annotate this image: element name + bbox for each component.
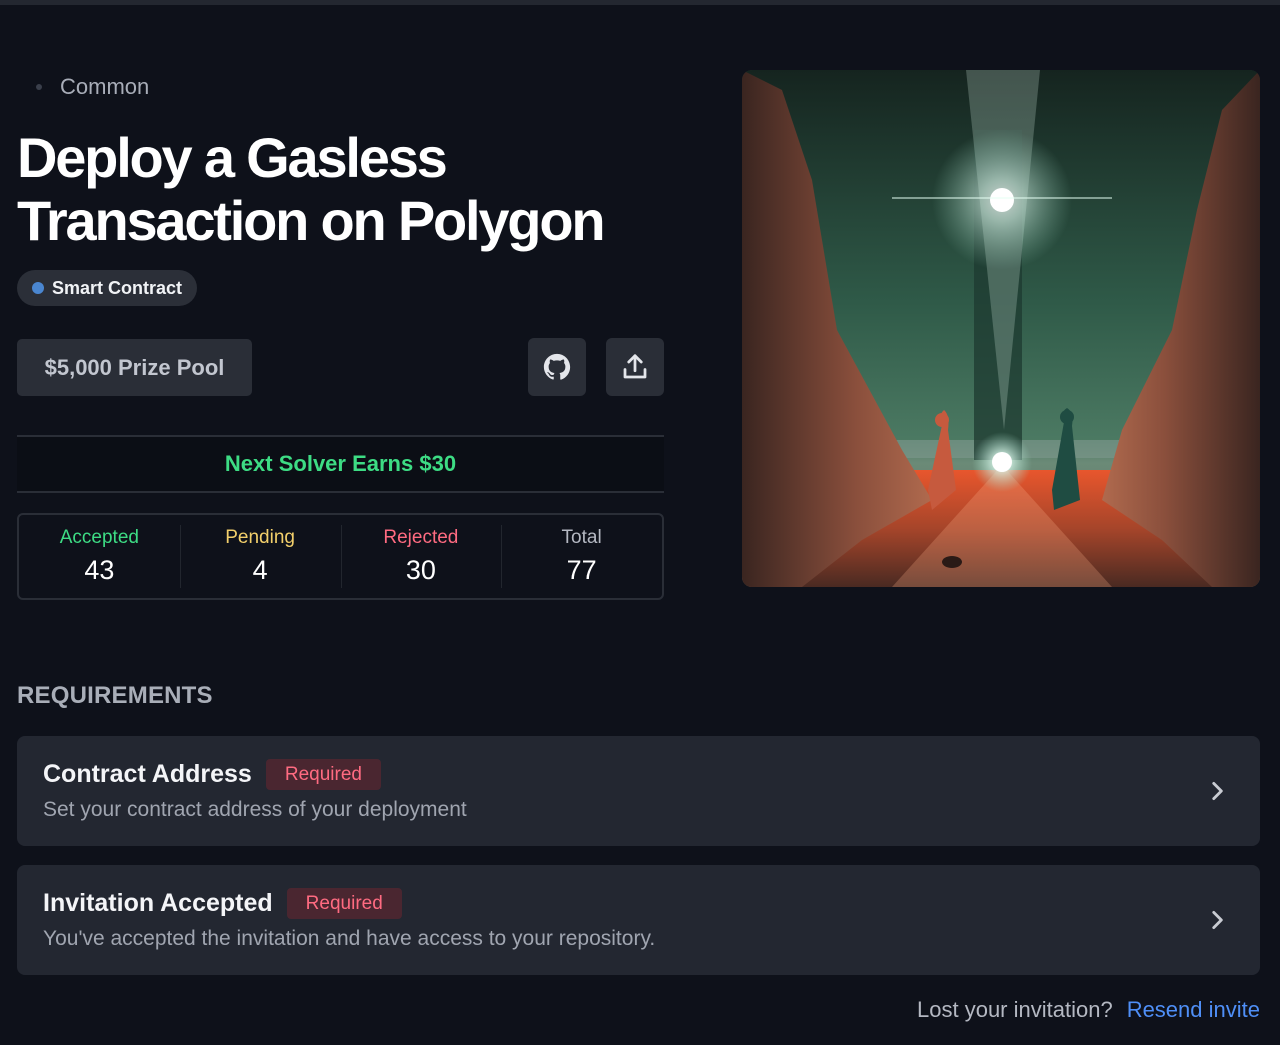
required-badge: Required <box>265 759 381 790</box>
stat-label: Pending <box>225 527 295 548</box>
chevron-right-icon[interactable] <box>1204 906 1230 934</box>
requirement-card-contract-address[interactable]: Contract Address Required Set your contr… <box>17 736 1260 846</box>
invitation-footer: Lost your invitation? Resend invite <box>917 997 1260 1023</box>
stat-pending: Pending 4 <box>179 515 341 598</box>
requirement-card-invitation-accepted[interactable]: Invitation Accepted Required You've acce… <box>17 865 1260 975</box>
required-badge: Required <box>286 888 402 919</box>
lost-invitation-text: Lost your invitation? <box>917 997 1113 1022</box>
stat-value: 30 <box>405 555 436 585</box>
top-bar <box>0 0 1280 5</box>
challenge-artwork <box>742 70 1260 587</box>
stat-value: 77 <box>566 555 597 585</box>
stat-label: Total <box>561 527 602 548</box>
tag-dot-icon <box>32 282 44 294</box>
bullet-icon <box>36 84 42 90</box>
next-solver-banner: Next Solver Earns $30 <box>17 435 664 493</box>
category-tag: Smart Contract <box>17 270 198 306</box>
github-icon <box>543 353 571 380</box>
share-upload-icon <box>623 354 647 379</box>
requirements-heading: REQUIREMENTS <box>17 682 213 709</box>
requirement-title: Contract Address <box>43 760 252 788</box>
requirement-title-row: Contract Address Required <box>43 759 381 790</box>
requirement-description: Set your contract address of your deploy… <box>43 798 467 821</box>
stat-rejected: Rejected 30 <box>340 515 502 598</box>
stat-accepted: Accepted 43 <box>19 515 180 598</box>
stat-value: 4 <box>252 555 268 585</box>
github-button[interactable] <box>528 338 586 396</box>
stat-label: Accepted <box>59 527 139 548</box>
resend-invite-link[interactable]: Resend invite <box>1127 997 1260 1023</box>
submission-stats: Accepted 43 Pending 4 Rejected 30 Total … <box>17 513 664 600</box>
stat-total: Total 77 <box>501 515 662 598</box>
rarity-text: Common <box>60 74 150 99</box>
stat-value: 43 <box>84 555 115 585</box>
rarity-label: Common <box>36 74 149 100</box>
requirement-title: Invitation Accepted <box>43 889 273 917</box>
stat-label: Rejected <box>383 527 459 548</box>
share-button[interactable] <box>606 338 664 396</box>
chevron-right-icon[interactable] <box>1204 777 1230 805</box>
tag-label: Smart Contract <box>52 277 183 298</box>
requirement-description: You've accepted the invitation and have … <box>43 927 656 950</box>
page-title: Deploy a Gasless Transaction on Polygon <box>17 126 606 252</box>
requirement-title-row: Invitation Accepted Required <box>43 888 402 919</box>
prize-pool-badge: $5,000 Prize Pool <box>17 339 252 396</box>
